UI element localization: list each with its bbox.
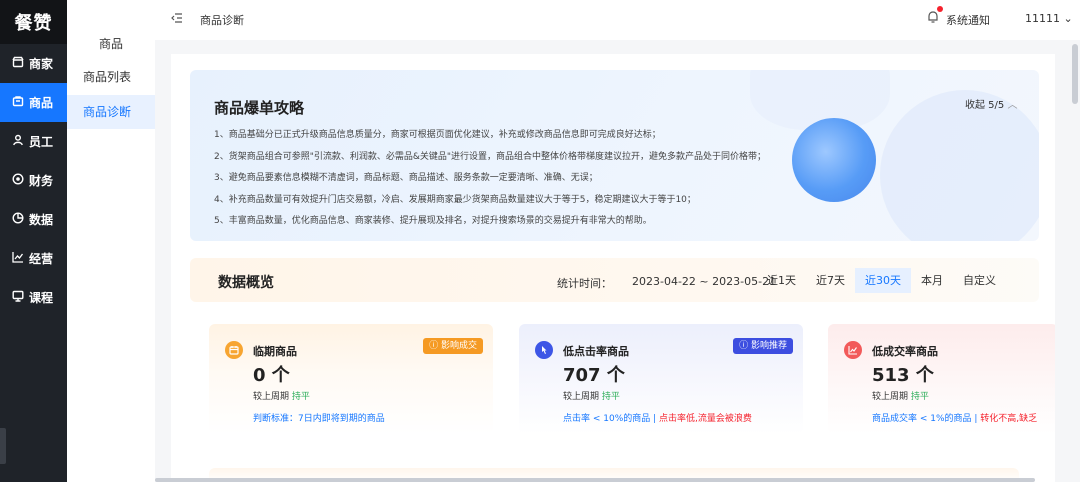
- subnav-item-goods-list[interactable]: 商品列表: [67, 60, 155, 94]
- app-logo: 餐赞: [0, 0, 67, 44]
- main-sidebar: 餐赞 商家 商品 员工 财务 数据 经营 课程: [0, 0, 67, 482]
- card-name: 低成交率商品: [872, 345, 938, 358]
- sidebar-item-merchant[interactable]: 商家: [0, 44, 67, 83]
- top-bar: 商品诊断 系统通知 11111 ⌄: [155, 0, 1080, 40]
- sidebar-item-staff[interactable]: 员工: [0, 122, 67, 161]
- calendar-icon: [225, 341, 243, 359]
- rule-text: 商品成交率 < 1%的商品 |: [872, 414, 981, 424]
- rule-text: 点击率 < 10%的商品 |: [563, 414, 660, 424]
- chart-line-icon: [844, 341, 862, 359]
- card-name: 低点击率商品: [563, 345, 629, 358]
- rule-text: 判断标准：7日内即将到期的商品: [253, 414, 385, 424]
- banner-collapse-button[interactable]: 收起 5/5 ︿: [965, 96, 1017, 111]
- tip-item: 5、丰富商品数量，优化商品信息、商家装修、提升展现及排名，对提升搜索场景的交易提…: [214, 216, 652, 226]
- metric-card-expiring[interactable]: 临期商品 ⓘ 影响成交 0 个 较上周期 持平 判断标准：7日内即将到期的商品: [209, 324, 493, 434]
- sidebar-item-label: 商品: [29, 96, 54, 110]
- course-icon: [11, 290, 25, 305]
- notification-dot: [937, 6, 943, 12]
- card-compare: 较上周期 持平: [872, 389, 929, 402]
- card-compare: 较上周期 持平: [563, 389, 620, 402]
- decorative-shape: [880, 90, 1039, 241]
- overview-header: 数据概览 统计时间： 2023-04-22 ~ 2023-05-21 近1天 近…: [190, 258, 1039, 302]
- range-tabs: 近1天 近7天 近30天 本月 自定义: [757, 268, 1006, 293]
- compare-value: 持平: [601, 392, 620, 402]
- click-icon: [535, 341, 553, 359]
- card-value: 513 个: [872, 365, 934, 386]
- range-label: 统计时间：: [557, 277, 612, 290]
- banner-title: 商品爆单攻略: [214, 99, 305, 117]
- impact-badge: ⓘ 影响推荐: [733, 338, 793, 354]
- banner-collapse-label: 收起 5/5: [965, 100, 1005, 111]
- impact-badge: ⓘ 影响成交: [423, 338, 483, 354]
- range-value: 2023-04-22 ~ 2023-05-21: [632, 275, 777, 288]
- rule-warning: 转化不高,缺乏: [980, 414, 1038, 424]
- sidebar-item-label: 课程: [29, 291, 54, 305]
- user-menu[interactable]: 11111 ⌄: [1025, 12, 1073, 25]
- sub-sidebar: 商品 商品列表 商品诊断: [67, 0, 155, 482]
- tips-list: 1、商品基础分已正式升级商品信息质量分，商家可根据页面优化建议，补充或修改商品信…: [214, 125, 814, 233]
- card-compare: 较上周期 持平: [253, 389, 310, 402]
- tab-30-days[interactable]: 近30天: [855, 268, 911, 293]
- tip-item: 4、补充商品数量可有效提升门店交易额，冷启、发展期商家最少货架商品数量建议大于等…: [214, 194, 696, 205]
- sidebar-item-data[interactable]: 数据: [0, 200, 67, 239]
- compare-value: 持平: [910, 392, 929, 402]
- tab-this-month[interactable]: 本月: [911, 268, 953, 293]
- tab-1-day[interactable]: 近1天: [757, 268, 806, 293]
- chevron-down-icon: ⌄: [1063, 12, 1073, 25]
- sidebar-item-finance[interactable]: 财务: [0, 161, 67, 200]
- card-value: 0 个: [253, 365, 290, 386]
- finance-icon: [11, 173, 25, 188]
- metric-card-low-ctr[interactable]: 低点击率商品 ⓘ 影响推荐 707 个 较上周期 持平 点击率 < 10%的商品…: [519, 324, 803, 434]
- tip-item: 2、货架商品组合可参照"引流款、利润款、必需品&关键品"进行设置，商品组合中整体…: [214, 151, 767, 162]
- rule-warning: 点击率低,流量会被浪费: [659, 414, 752, 424]
- card-rule: 商品成交率 < 1%的商品 | 转化不高,缺乏: [872, 411, 1037, 424]
- sidebar-item-course[interactable]: 课程: [0, 278, 67, 317]
- card-value: 707 个: [563, 365, 625, 386]
- compare-label: 较上周期: [563, 392, 600, 402]
- compare-label: 较上周期: [872, 392, 909, 402]
- sidebar-item-label: 员工: [29, 135, 54, 149]
- card-rule: 点击率 < 10%的商品 | 点击率低,流量会被浪费: [563, 411, 752, 424]
- sidebar-item-label: 商家: [29, 57, 54, 71]
- tip-item: 1、商品基础分已正式升级商品信息质量分，商家可根据页面优化建议，补充或修改商品信…: [214, 130, 661, 140]
- vertical-scrollbar[interactable]: [1072, 44, 1078, 104]
- card-name: 临期商品: [253, 345, 297, 358]
- strategy-banner: 商品爆单攻略 收起 5/5 ︿ 1、商品基础分已正式升级商品信息质量分，商家可根…: [190, 70, 1039, 241]
- bell-icon[interactable]: [927, 10, 941, 26]
- tab-custom[interactable]: 自定义: [953, 268, 1006, 293]
- card-rule: 判断标准：7日内即将到期的商品: [253, 411, 385, 424]
- horizontal-scrollbar[interactable]: [155, 478, 1035, 482]
- sidebar-item-label: 经营: [29, 252, 54, 266]
- metric-card-low-conversion[interactable]: 低成交率商品 513 个 较上周期 持平 商品成交率 < 1%的商品 | 转化不…: [828, 324, 1055, 434]
- shop-icon: [11, 56, 25, 71]
- goods-icon: [11, 95, 25, 110]
- subnav-item-goods-diagnosis[interactable]: 商品诊断: [67, 95, 155, 129]
- menu-collapse-icon[interactable]: [171, 12, 183, 26]
- user-icon: [11, 134, 25, 149]
- pie-icon: [11, 212, 25, 227]
- subnav-title: 商品: [98, 37, 123, 51]
- system-notice-link[interactable]: 系统通知: [946, 12, 990, 28]
- breadcrumb: 商品诊断: [200, 14, 244, 27]
- sidebar-item-label: 数据: [29, 213, 54, 227]
- sidebar-item-label: 财务: [29, 174, 54, 188]
- tab-7-days[interactable]: 近7天: [806, 268, 855, 293]
- sidebar-handle[interactable]: [0, 428, 6, 464]
- sidebar-item-goods[interactable]: 商品: [0, 83, 67, 122]
- user-name: 11111: [1025, 12, 1060, 25]
- overview-title: 数据概览: [218, 275, 274, 291]
- chevron-up-icon: ︿: [1007, 100, 1018, 111]
- compare-label: 较上周期: [253, 392, 290, 402]
- sidebar-item-operation[interactable]: 经营: [0, 239, 67, 278]
- trend-icon: [11, 251, 25, 266]
- main-content: 商品爆单攻略 收起 5/5 ︿ 1、商品基础分已正式升级商品信息质量分，商家可根…: [171, 54, 1055, 482]
- compare-value: 持平: [291, 392, 310, 402]
- tip-item: 3、避免商品要素信息模糊不清虚词，商品标题、商品描述、服务条款一定要清晰、准确、…: [214, 173, 598, 183]
